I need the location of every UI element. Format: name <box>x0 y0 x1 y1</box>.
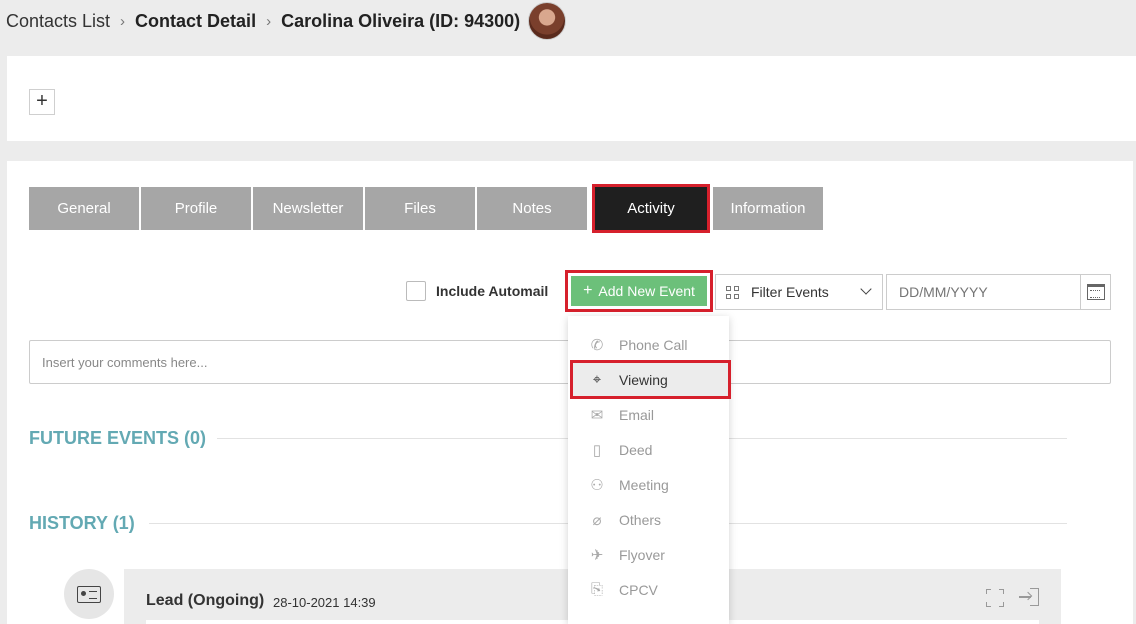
menu-item-others[interactable]: ⌀ Others <box>568 502 729 537</box>
add-new-event-button[interactable]: + Add New Event <box>571 276 707 306</box>
tab-profile[interactable]: Profile <box>141 187 251 230</box>
calendar-icon <box>1086 284 1105 300</box>
tab-activity[interactable]: Activity <box>592 184 710 233</box>
menu-item-label: Viewing <box>619 371 668 388</box>
page-title: Carolina Oliveira (ID: 94300) <box>281 10 521 31</box>
menu-item-label: Email <box>619 406 655 423</box>
grid-icon <box>726 285 739 299</box>
menu-item-label: Others <box>619 511 662 528</box>
add-new-event-highlight: + Add New Event <box>565 270 713 312</box>
history-heading: HISTORY (1) <box>29 513 135 533</box>
menu-item-flyover[interactable]: ✈ Flyover <box>568 537 729 572</box>
breadcrumb-contacts-list[interactable]: Contacts List <box>6 11 110 32</box>
chevron-down-icon <box>860 283 872 295</box>
paperclip-icon: ⌀ <box>592 511 602 529</box>
top-panel: + <box>7 56 1136 141</box>
cpcv-icon: ⎘ <box>590 581 603 598</box>
history-item-icon <box>64 569 114 619</box>
menu-item-label: Flyover <box>619 546 665 563</box>
menu-item-deed[interactable]: ▯ Deed <box>568 432 729 467</box>
avatar[interactable] <box>528 2 567 40</box>
include-automail-label: Include Automail <box>436 283 549 299</box>
tab-notes[interactable]: Notes <box>477 187 587 230</box>
chevron-right-icon: › <box>266 12 272 30</box>
tab-information[interactable]: Information <box>713 187 823 230</box>
meeting-icon: ⚇ <box>590 476 604 494</box>
menu-item-phone-call[interactable]: ✆ Phone Call <box>568 327 729 362</box>
event-type-menu: ✆ Phone Call ⌖ Viewing ✉ Email ▯ Deed ⚇ … <box>568 316 731 624</box>
calendar-button[interactable] <box>1080 275 1110 309</box>
date-field <box>886 274 1111 310</box>
include-automail: Include Automail <box>406 281 548 301</box>
filter-events-select[interactable]: Filter Events <box>715 274 883 310</box>
menu-item-label: CPCV <box>619 581 658 598</box>
menu-item-cpcv[interactable]: ⎘ CPCV <box>568 572 729 607</box>
filter-events-label: Filter Events <box>751 284 829 300</box>
email-icon: ✉ <box>590 406 604 424</box>
tab-bar: General Profile Newsletter Files Notes A… <box>29 184 825 233</box>
flyover-icon: ✈ <box>590 546 604 564</box>
date-input[interactable] <box>887 275 1080 309</box>
tab-files[interactable]: Files <box>365 187 475 230</box>
breadcrumb-contact-detail[interactable]: Contact Detail <box>135 11 256 32</box>
chevron-right-icon: › <box>120 12 126 30</box>
add-button[interactable]: + <box>29 89 55 115</box>
menu-item-email[interactable]: ✉ Email <box>568 397 729 432</box>
id-card-icon <box>77 585 101 603</box>
tab-newsletter[interactable]: Newsletter <box>253 187 363 230</box>
sign-in-icon[interactable] <box>1019 588 1039 608</box>
menu-item-label: Meeting <box>619 476 669 493</box>
future-events-heading: FUTURE EVENTS (0) <box>29 428 207 448</box>
history-item-title: Lead (Ongoing) <box>146 592 265 609</box>
viewing-icon: ⌖ <box>592 371 602 388</box>
menu-item-meeting[interactable]: ⚇ Meeting <box>568 467 729 502</box>
phone-icon: ✆ <box>590 336 604 354</box>
menu-item-label: Deed <box>619 441 653 458</box>
include-automail-checkbox[interactable] <box>406 281 426 301</box>
plus-icon: + <box>583 282 593 299</box>
history-item-date: 28-10-2021 14:39 <box>273 595 376 610</box>
add-new-event-label: Add New Event <box>598 283 695 299</box>
tab-general[interactable]: General <box>29 187 139 230</box>
deed-icon: ▯ <box>592 441 602 459</box>
breadcrumb: Contacts List › Contact Detail › Carolin… <box>0 0 1136 42</box>
menu-item-label: Phone Call <box>619 336 688 353</box>
menu-item-viewing[interactable]: ⌖ Viewing <box>570 360 731 399</box>
expand-icon[interactable] <box>986 589 1004 607</box>
